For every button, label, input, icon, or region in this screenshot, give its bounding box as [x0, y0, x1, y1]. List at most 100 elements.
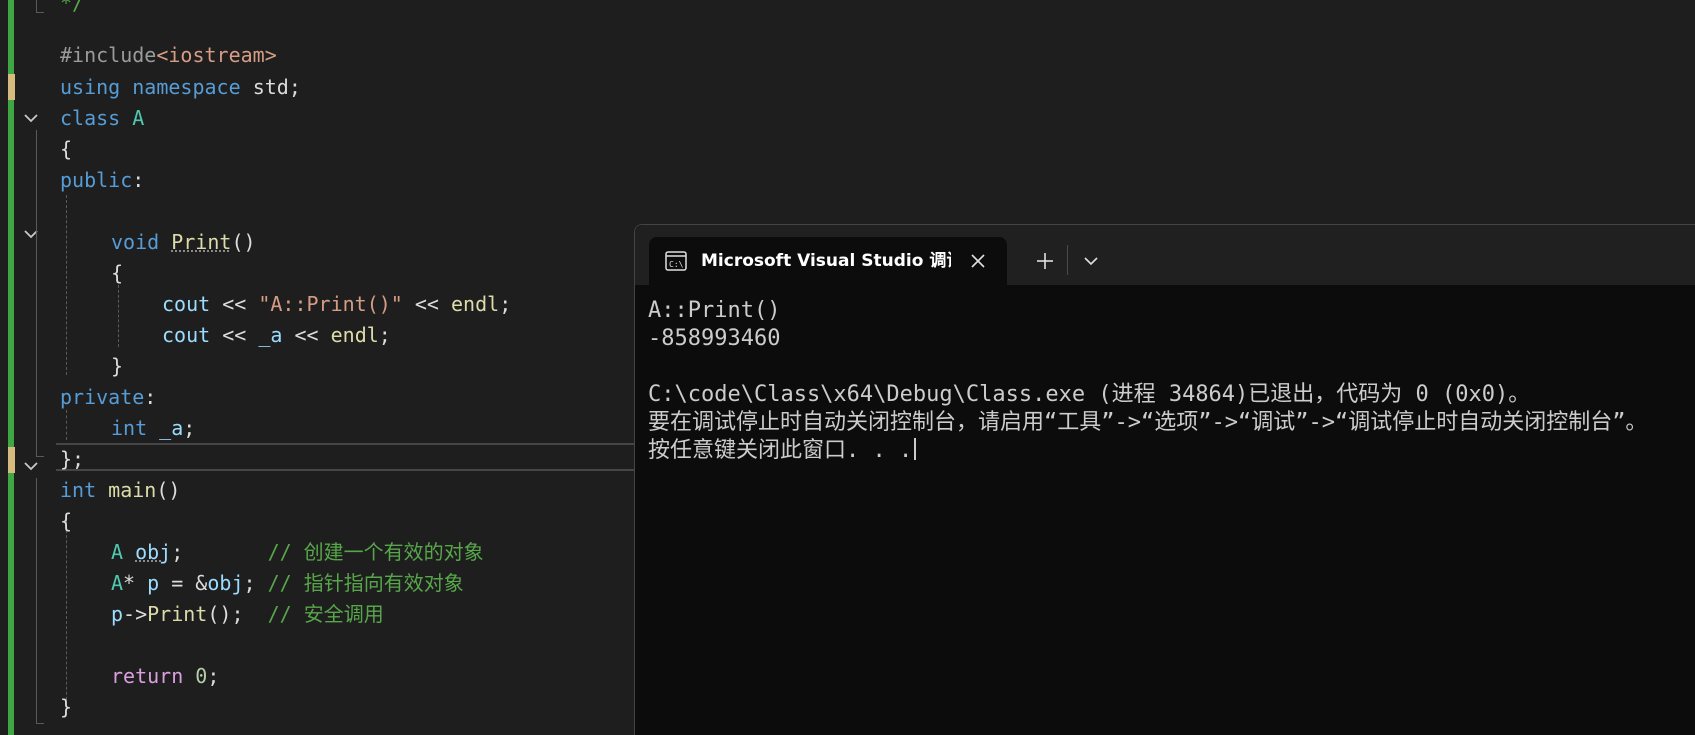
punctuation: ;: [499, 292, 512, 316]
code-line-call[interactable]: p->Print(); // 安全调用: [111, 599, 384, 630]
string-literal: "A::Print()": [258, 292, 403, 316]
code-line[interactable]: }: [111, 351, 123, 382]
identifier: endl: [330, 323, 379, 347]
punctuation: ;: [243, 571, 268, 595]
code-line-main-decl[interactable]: int main(): [60, 475, 180, 506]
keyword: using: [60, 75, 121, 99]
access-specifier: private: [60, 385, 145, 409]
code-line-class-close[interactable]: };: [60, 444, 84, 475]
fold-region-end: [36, 456, 44, 457]
comment-text: // 创建一个有效的对象: [267, 540, 484, 564]
brace: {: [111, 261, 124, 285]
punctuation: ();: [207, 602, 268, 626]
code-line-member[interactable]: int _a;: [111, 413, 195, 444]
punctuation: :: [144, 385, 157, 409]
fold-region-line: [36, 130, 37, 456]
punctuation: (): [231, 230, 256, 254]
indent-guide: [66, 195, 67, 375]
namespace-name: std: [252, 75, 289, 99]
code-line[interactable]: {: [111, 258, 123, 289]
code-line-using[interactable]: using namespace std;: [60, 72, 301, 103]
punctuation: :: [132, 168, 145, 192]
punctuation: ;: [288, 75, 301, 99]
identifier: cout: [162, 292, 211, 316]
operator: = &: [159, 571, 208, 595]
fold-region-end: [36, 12, 44, 13]
code-line-public[interactable]: public:: [60, 165, 144, 196]
code-line[interactable]: {: [60, 506, 72, 537]
access-specifier: public: [60, 168, 133, 192]
terminal-tab[interactable]: C:\ Microsoft Visual Studio 调试控制台: [649, 237, 1007, 285]
punctuation: (): [156, 478, 181, 502]
class-name: A: [111, 571, 124, 595]
fold-region-end: [36, 723, 44, 724]
number-literal: 0: [195, 664, 208, 688]
punctuation: ;: [183, 416, 196, 440]
variable: obj: [135, 540, 172, 564]
titlebar-separator: [1067, 245, 1068, 275]
chevron-down-icon[interactable]: [1073, 243, 1109, 279]
brace: {: [60, 137, 73, 161]
comment-text: // 安全调用: [267, 602, 384, 626]
operator: *: [123, 571, 148, 595]
code-line-class[interactable]: class A: [60, 103, 144, 134]
code-line-obj[interactable]: A obj; // 创建一个有效的对象: [111, 537, 484, 568]
operator: <<: [282, 323, 331, 347]
punctuation: ;: [207, 664, 220, 688]
member-variable: _a: [258, 323, 283, 347]
indent-guide: [66, 520, 67, 715]
text-cursor: [914, 438, 917, 460]
console-icon: C:\: [665, 251, 687, 271]
terminal-titlebar[interactable]: C:\ Microsoft Visual Studio 调试控制台: [635, 225, 1695, 285]
code-line-return[interactable]: return 0;: [111, 661, 219, 692]
code-line-private[interactable]: private:: [60, 382, 156, 413]
class-name: A: [111, 540, 124, 564]
code-line[interactable]: {: [60, 134, 72, 165]
brace: }: [60, 695, 73, 719]
fold-chevron-icon[interactable]: [24, 111, 38, 125]
code-line[interactable]: }: [60, 692, 72, 723]
current-line-highlight: [56, 443, 636, 471]
fold-region-line: [36, 478, 37, 723]
variable: obj: [207, 571, 244, 595]
punctuation: ;: [378, 323, 391, 347]
operator: <<: [402, 292, 452, 316]
console-prompt-text: 按任意键关闭此窗口. . .: [648, 438, 913, 463]
control-keyword: return: [111, 664, 184, 688]
code-line[interactable]: */: [60, 0, 84, 19]
identifier: cout: [162, 323, 211, 347]
identifier: endl: [451, 292, 500, 316]
operator: <<: [210, 323, 259, 347]
code-line-cout-2[interactable]: cout << _a << endl;: [162, 320, 391, 351]
brace: }: [111, 354, 124, 378]
console-output-line: 要在调试停止时自动关闭控制台，请启用“工具”->“选项”->“调试”->“调试停…: [648, 410, 1648, 435]
return-type: void: [111, 230, 160, 254]
fold-chevron-icon[interactable]: [24, 459, 38, 473]
debug-console-window[interactable]: C:\ Microsoft Visual Studio 调试控制台: [634, 224, 1695, 735]
code-line-include[interactable]: #include<iostream>: [60, 40, 277, 71]
type-keyword: int: [111, 416, 148, 440]
close-icon[interactable]: [967, 250, 989, 272]
indent-guide: [66, 410, 67, 440]
class-name: A: [132, 106, 145, 130]
console-output-line: -858993460: [648, 326, 781, 351]
console-output-line: A::Print(): [648, 298, 781, 323]
keyword: class: [60, 106, 121, 130]
keyword: namespace: [132, 75, 241, 99]
operator: ->: [123, 602, 148, 626]
console-prompt-line[interactable]: 按任意键关闭此窗口. . .: [648, 437, 917, 465]
include-header: <iostream>: [156, 43, 277, 67]
plus-icon[interactable]: [1027, 243, 1063, 279]
console-output-line: C:\code\Class\x64\Debug\Class.exe (进程 34…: [648, 382, 1531, 407]
function-name: Print: [171, 230, 232, 254]
unsaved-change-marker: [8, 447, 15, 473]
code-line-cout-1[interactable]: cout << "A::Print()" << endl;: [162, 289, 511, 320]
code-line-print-decl[interactable]: void Print(): [111, 227, 256, 258]
code-line-ptr[interactable]: A* p = &obj; // 指针指向有效对象: [111, 568, 464, 599]
function-name: Print: [147, 602, 208, 626]
svg-text:C:\: C:\: [669, 260, 684, 269]
comment-text: */: [60, 0, 85, 15]
variable: p: [111, 602, 124, 626]
member-variable: _a: [159, 416, 184, 440]
